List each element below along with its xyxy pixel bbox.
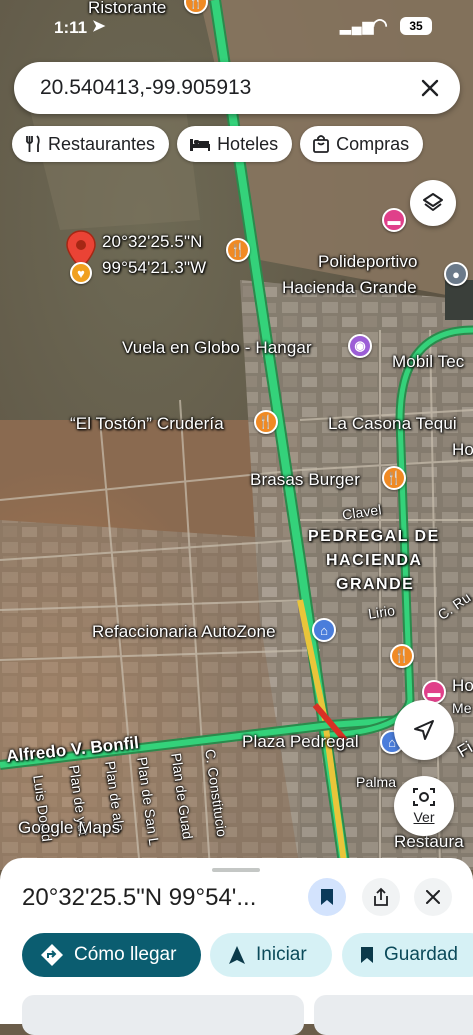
area-label-pedregal-line2: HACIENDA (326, 552, 423, 569)
photo-card[interactable] (314, 995, 473, 1035)
chip-label: Compras (336, 133, 410, 154)
pin-coordinates-lat: 20°32'25.5"N (102, 232, 203, 251)
start-button[interactable]: Iniciar (210, 933, 332, 977)
close-icon (426, 890, 440, 904)
bookmark-icon (361, 947, 373, 963)
area-label-pedregal-line1: PEDREGAL DE (308, 528, 440, 545)
pin-coordinates-lng: 99°54'21.3"W (102, 258, 207, 277)
location-arrow-icon: ➤ (92, 18, 106, 35)
battery-icon: 35 (400, 17, 432, 35)
area-label-pedregal-line3: GRANDE (336, 576, 415, 593)
close-sheet-button[interactable] (414, 878, 452, 916)
bed-icon (190, 139, 211, 151)
save-bookmark-button[interactable] (308, 878, 346, 916)
bookmark-icon (321, 889, 333, 905)
map-label-ho-1[interactable]: Ho (452, 440, 473, 460)
start-label: Iniciar (256, 944, 307, 965)
chip-label: Hoteles (217, 133, 279, 154)
layers-button[interactable] (410, 180, 456, 226)
map-label-me[interactable]: Me (452, 700, 472, 716)
search-input[interactable]: 20.540413,-99.905913 (40, 76, 418, 100)
save-button[interactable]: Guardad (342, 933, 473, 977)
chip-compras[interactable]: Compras (300, 126, 424, 162)
pin-base-icon: ♥ (70, 262, 92, 284)
map-label-ho-2[interactable]: Ho (452, 676, 473, 696)
directions-label: Cómo llegar (74, 944, 177, 965)
my-location-button[interactable] (394, 700, 454, 760)
place-bottom-sheet[interactable]: 20°32'25.5"N 99°54'... Cómo llegar Inici… (0, 858, 473, 1035)
map-label-mobil[interactable]: Mobil Tec (392, 352, 464, 372)
chip-restaurantes[interactable]: Restaurantes (12, 126, 170, 162)
directions-icon (41, 944, 63, 966)
map-label-polideportivo[interactable]: Polideportivo (318, 252, 418, 272)
street-label-palma: Palma (356, 774, 397, 790)
map-label-brasas-burger[interactable]: Brasas Burger (250, 470, 360, 490)
wifi-icon: ◠ (372, 15, 388, 35)
street-view-button[interactable]: Ver (394, 776, 454, 836)
shop-poi-icon[interactable]: ⌂ (312, 618, 336, 642)
ver-label: Ver (413, 809, 435, 825)
sports-poi-icon[interactable]: ● (444, 262, 468, 286)
map-label-polideportivo-line2[interactable]: Hacienda Grande (282, 278, 417, 298)
map-label-la-casona[interactable]: La Casona Tequi (328, 414, 457, 434)
chip-hoteles[interactable]: Hoteles (177, 126, 293, 162)
close-icon (421, 79, 439, 97)
category-chips: Restaurantes Hoteles Compras (12, 126, 424, 162)
map-label-el-toston[interactable]: “El Tostón” Crudería (70, 414, 224, 434)
directions-button[interactable]: Cómo llegar (22, 933, 201, 977)
signal-icon: ▂▄▆ (340, 18, 375, 34)
restaurant-poi-icon[interactable]: 🍴 (382, 466, 406, 490)
share-button[interactable] (362, 878, 400, 916)
clear-search-button[interactable] (418, 76, 442, 100)
restaurant-poi-icon[interactable]: 🍴 (226, 238, 250, 262)
photo-card[interactable] (22, 995, 304, 1035)
shopping-bag-icon (313, 135, 329, 153)
status-bar: 1:11 ➤ ▂▄▆ ◠ 35 (0, 0, 473, 48)
map-label-vuela-globo[interactable]: Vuela en Globo - Hangar (122, 338, 312, 358)
place-title: 20°32'25.5"N 99°54'... (22, 884, 257, 911)
layers-icon (423, 193, 443, 211)
navigation-icon (229, 946, 245, 964)
navigation-arrow-icon (414, 720, 434, 740)
chip-label: Restaurantes (48, 133, 156, 154)
restaurant-poi-icon[interactable]: 🍴 (254, 410, 278, 434)
map-label-plaza-pedregal[interactable]: Plaza Pedregal (242, 732, 359, 752)
status-time: 1:11 (54, 18, 88, 37)
hotel-poi-icon[interactable]: ▬ (382, 208, 406, 232)
camera-search-icon (413, 788, 435, 806)
fork-knife-icon (26, 135, 40, 152)
save-label: Guardad (384, 944, 458, 965)
map-label-autozone[interactable]: Refaccionaria AutoZone (92, 622, 276, 642)
google-maps-watermark: Google Maps (18, 818, 121, 837)
attraction-poi-icon[interactable]: ◉ (348, 334, 372, 358)
restaurant-poi-icon[interactable]: 🍴 (390, 644, 414, 668)
share-icon (374, 887, 388, 906)
search-bar[interactable]: 20.540413,-99.905913 (14, 62, 460, 114)
sheet-drag-handle[interactable] (212, 868, 260, 872)
